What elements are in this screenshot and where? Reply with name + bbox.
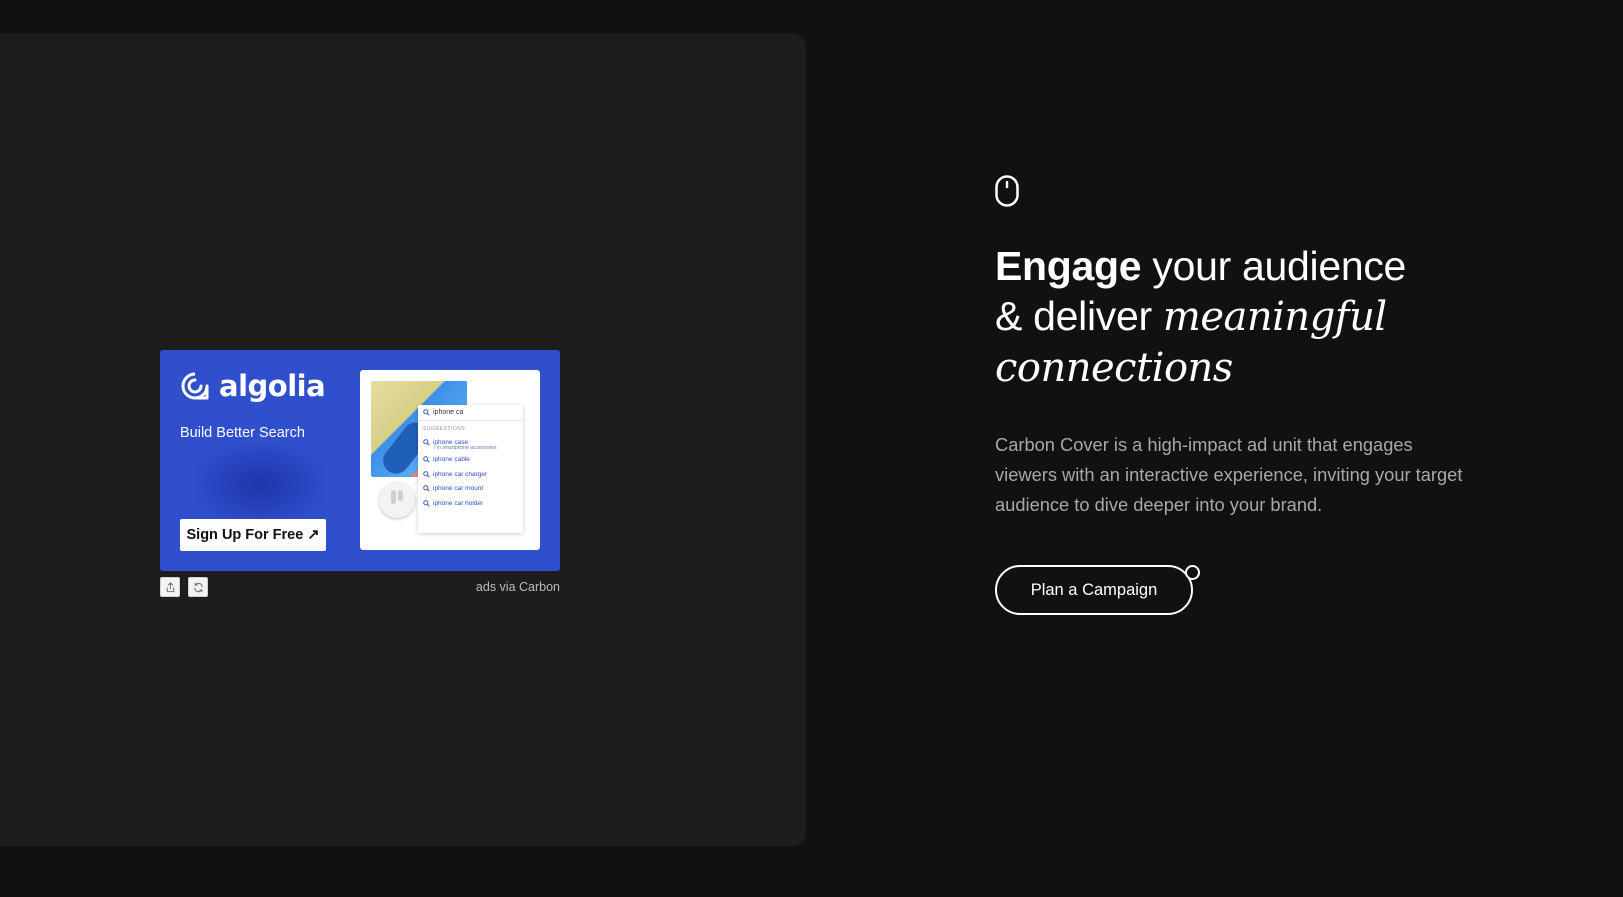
suggestion-item: iphone car mount <box>418 482 523 497</box>
share-icon <box>166 581 174 592</box>
hero-copy: Engage your audience & deliver meaningfu… <box>995 175 1515 615</box>
ad-tagline: Build Better Search <box>180 425 305 441</box>
suggestion-category: › in smartphone accessories <box>434 444 497 451</box>
plan-campaign-button[interactable]: Plan a Campaign <box>995 565 1193 615</box>
search-icon <box>423 456 430 463</box>
algolia-logo: algolia <box>180 369 326 403</box>
search-icon <box>423 485 430 492</box>
suggestion-label: iphone cable <box>433 456 470 464</box>
headline-text: & deliver <box>995 293 1163 339</box>
refresh-button[interactable] <box>188 577 208 597</box>
ad-product-screenshot: iphone ca SUGGESTIONS iphone case › in s… <box>360 370 540 550</box>
ad-tools <box>160 577 208 597</box>
page: algolia Build Better Search Sign Up For … <box>0 0 1623 897</box>
search-icon <box>423 409 430 416</box>
search-icon <box>423 470 430 478</box>
headline-emphasis: Engage <box>995 243 1142 289</box>
carbon-ad-unit: algolia Build Better Search Sign Up For … <box>160 350 560 597</box>
arrow-up-right-icon: ↗ <box>307 527 320 543</box>
suggestion-label: iphone car charger <box>433 470 488 478</box>
suggestion-label: iphone car mount <box>433 485 484 493</box>
earbud-image <box>379 482 415 518</box>
button-dot-decoration <box>1185 565 1200 580</box>
ad-card[interactable]: algolia Build Better Search Sign Up For … <box>160 350 560 571</box>
ad-footer: ads via Carbon <box>160 577 560 597</box>
search-icon <box>423 499 430 507</box>
suggestion-label: iphone car holder <box>433 499 484 507</box>
plan-campaign-wrap: Plan a Campaign <box>995 565 1201 615</box>
refresh-icon <box>193 582 203 592</box>
sign-up-button[interactable]: Sign Up For Free ↗ <box>180 519 326 551</box>
share-button[interactable] <box>160 577 180 597</box>
hero-description: Carbon Cover is a high-impact ad unit th… <box>995 434 1463 515</box>
suggestion-item: iphone cable <box>418 453 523 468</box>
ad-glow <box>190 440 330 530</box>
search-icon <box>423 438 430 446</box>
hero-headline: Engage your audience & deliver meaningfu… <box>995 241 1515 393</box>
suggestion-item: iphone car charger <box>418 467 523 482</box>
suggestions-header: SUGGESTIONS <box>423 426 466 432</box>
algolia-logo-icon <box>181 372 209 400</box>
suggestion-item: iphone car holder <box>418 496 523 511</box>
search-suggestions: iphone ca SUGGESTIONS iphone case › in s… <box>418 405 523 533</box>
mouse-icon <box>995 175 1019 207</box>
mini-search-query: iphone ca <box>433 409 464 416</box>
headline-text: your audience <box>1141 243 1407 289</box>
ad-preview-panel: algolia Build Better Search Sign Up For … <box>0 33 806 846</box>
headline-serif: meaningful <box>1162 294 1387 340</box>
ads-via-carbon-link[interactable]: ads via Carbon <box>476 580 560 594</box>
sign-up-label: Sign Up For Free <box>186 527 304 543</box>
headline-serif: connections <box>995 345 1233 391</box>
brand-name: algolia <box>219 369 326 403</box>
mini-search-bar: iphone ca <box>418 405 523 421</box>
